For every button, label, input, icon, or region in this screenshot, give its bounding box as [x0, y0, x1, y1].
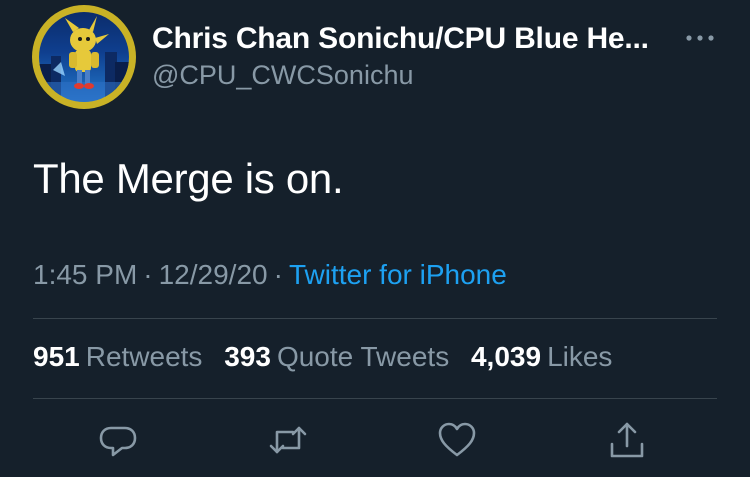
display-name[interactable]: Chris Chan Sonichu/CPU Blue He... [152, 22, 649, 56]
divider [33, 398, 717, 399]
more-options-icon[interactable] [684, 30, 716, 46]
avatar-image [39, 12, 129, 102]
divider [33, 318, 717, 319]
quote-tweets-stat[interactable]: 393 Quote Tweets [224, 341, 449, 372]
user-handle[interactable]: @CPU_CWCSonichu [152, 60, 413, 91]
reply-icon [99, 426, 137, 457]
avatar[interactable] [32, 5, 136, 109]
likes-count: 4,039 [470, 341, 542, 372]
tweet-stats: 951 Retweets 393 Quote Tweets 4,039 Likes [33, 341, 626, 373]
retweets-stat[interactable]: 951 Retweets [33, 341, 202, 372]
like-button[interactable] [437, 420, 477, 460]
tweet-date[interactable]: 12/29/20 [159, 259, 268, 290]
tweet-meta: 1:45 PM · 12/29/20 · Twitter for iPhone [33, 259, 507, 291]
retweet-button[interactable] [268, 420, 308, 460]
tweet-text: The Merge is on. [33, 155, 344, 202]
quote-tweets-count: 393 [224, 341, 271, 372]
retweets-label: Retweets [85, 341, 203, 372]
share-icon [610, 422, 644, 458]
retweets-count: 951 [33, 341, 80, 372]
tweet-source-link[interactable]: Twitter for iPhone [289, 259, 507, 290]
tweet-time[interactable]: 1:45 PM [33, 259, 137, 290]
meta-separator: · [273, 259, 283, 290]
retweet-icon [269, 426, 307, 454]
meta-separator: · [143, 259, 153, 290]
share-button[interactable] [607, 420, 647, 460]
reply-button[interactable] [98, 420, 138, 460]
like-icon [438, 422, 476, 457]
likes-label: Likes [547, 341, 613, 372]
quote-tweets-label: Quote Tweets [276, 341, 450, 372]
likes-stat[interactable]: 4,039 Likes [471, 341, 612, 372]
tweet-detail: Chris Chan Sonichu/CPU Blue He... @CPU_C… [0, 0, 750, 477]
